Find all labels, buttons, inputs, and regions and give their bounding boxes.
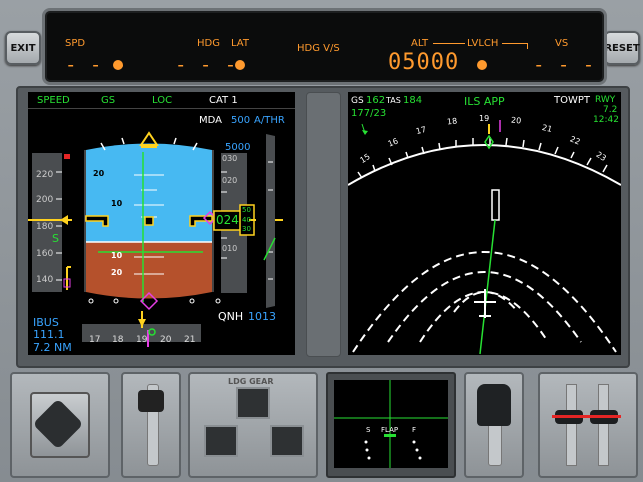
rwy-label: RWY [595,95,616,105]
lat-label: LAT [231,38,249,49]
heading-tick: 20 [160,335,172,345]
speed-tick: 180 [36,222,54,232]
alt-drum: 40 [242,216,251,224]
alt-drum: 50 [242,206,251,214]
cockpit-app: EXIT RESET SPD - - - HDG LAT - - - HDG V… [0,0,643,482]
vs-label: VS [555,38,569,49]
waypoint-name: TOWPT [554,95,591,106]
tas-value: 184 [403,95,423,106]
flap-screen: S FLAP F [334,380,448,468]
eta: 12:42 [593,115,619,125]
rwy-distance: 7.2 [603,105,618,115]
qnh-value: 1013 [248,310,276,323]
alt-knob[interactable] [477,60,487,70]
speedbrake-lever[interactable] [138,390,164,412]
s-speed-marker: S [52,232,59,245]
alt-tick: 020 [222,176,238,185]
lvlch-bracket-left [433,43,465,44]
lvlch-label: LVLCH [467,38,499,49]
left-gear-indicator [204,425,238,457]
exit-button[interactable]: EXIT [5,31,41,65]
nd-graphics [348,120,621,355]
hdg-knob[interactable] [235,60,245,70]
flap-graphics [334,380,448,468]
pitch-label: 10 [111,251,123,260]
compass-label: 18 [446,116,458,127]
alt-drum: 30 [242,225,251,233]
heading-tick: 17 [89,335,101,345]
speed-tick: 220 [36,170,54,180]
pitch-label: 20 [93,169,105,178]
lvlch-bracket-right [502,43,528,49]
heading-tick: 21 [184,335,196,345]
pitch-label: 10 [111,199,123,208]
nd-mode: ILS APP [464,95,505,108]
heading-tick: 19 [136,335,148,345]
throttle-detent-line [552,415,621,418]
flap-s-label: S [366,426,371,434]
navigation-display: GS 162 TAS 184 ILS APP 177/23 TOWPT RWY … [348,92,621,355]
nose-gear-indicator [236,387,270,419]
gs-value: 162 [366,95,386,106]
alt-tick: 030 [222,154,238,163]
landing-gear-panel: LDG GEAR [188,372,318,478]
spd-label: SPD [65,38,86,49]
reset-button[interactable]: RESET [604,31,640,65]
alt-tick: 010 [222,244,238,253]
hdg-value: - - - [175,54,238,76]
alt-current: 024 [216,213,239,227]
flap-lever[interactable] [477,384,511,426]
flap-label: FLAP [381,426,399,434]
hdg-vs-label: HDG V/S [297,43,340,54]
alt-label: ALT [411,38,429,49]
vs-value: - - - [533,54,596,76]
heading-tick: 18 [112,335,124,345]
hdg-label: HDG [197,38,220,49]
speedbrake-panel [121,372,181,478]
alt-value: 05000 [388,50,460,75]
wind-readout: 177/23 [351,108,387,119]
ils-distance: 7.2 NM [33,341,72,354]
compass-label: 20 [510,115,522,126]
gs-label: GS [351,96,364,106]
right-gear-indicator [270,425,304,457]
tas-label: TAS [386,96,401,105]
center-divider [306,92,341,357]
flap-lever-panel [464,372,524,478]
qnh-label: QNH [218,310,244,323]
speed-tick: 200 [36,195,54,205]
flap-display-panel: S FLAP F [326,372,456,478]
pitch-label: 20 [111,268,123,277]
spd-knob[interactable] [113,60,123,70]
speed-tick: 160 [36,249,54,259]
throttle-panel [538,372,638,478]
ldg-gear-label: LDG GEAR [228,377,274,386]
throttle-2-track [598,384,609,466]
speed-tick: 140 [36,275,54,285]
autopilot-disconnect-panel [10,372,110,478]
primary-flight-display: SPEED GS LOC CAT 1 MDA 500 A/THR 5000 22… [28,92,295,355]
flap-f-label: F [412,426,417,434]
throttle-1-track [566,384,577,466]
compass-label: 19 [479,114,490,123]
flight-control-unit: SPD - - - HDG LAT - - - HDG V/S ALT LVLC… [42,8,607,85]
ils-freq: 111.1 [33,328,65,341]
